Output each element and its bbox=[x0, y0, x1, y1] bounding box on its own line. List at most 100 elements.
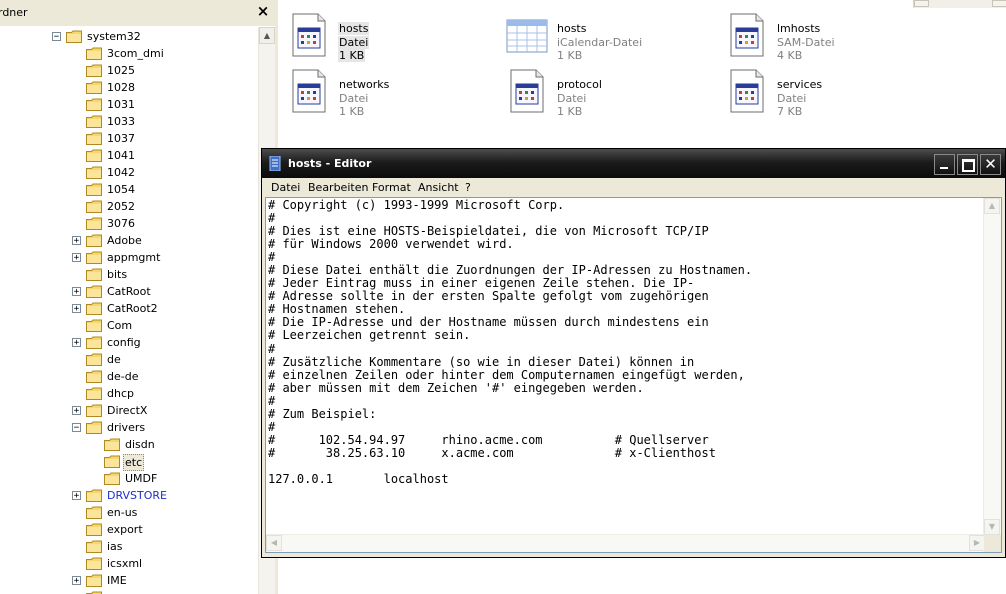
tree-item[interactable]: icsxml bbox=[0, 555, 258, 572]
tree-item[interactable]: 1041 bbox=[0, 147, 258, 164]
tree-item[interactable]: UMDF bbox=[0, 470, 258, 487]
tree-item-label: DirectX bbox=[107, 404, 148, 417]
tree-item[interactable]: 3076 bbox=[0, 215, 258, 232]
menu-format[interactable]: Format bbox=[369, 180, 414, 195]
tree-item[interactable]: Com bbox=[0, 317, 258, 334]
menu-datei[interactable]: Datei bbox=[268, 180, 303, 195]
tree-item[interactable]: 1054 bbox=[0, 181, 258, 198]
collapse-icon[interactable]: − bbox=[52, 32, 61, 42]
folder-icon bbox=[86, 540, 102, 553]
file-size: 1 KB bbox=[338, 49, 366, 62]
scroll-up-arrow-icon[interactable]: ▲ bbox=[984, 198, 1000, 214]
maximize-button[interactable] bbox=[957, 154, 978, 175]
folder-icon bbox=[86, 387, 102, 400]
file-name: hosts bbox=[338, 22, 370, 35]
folder-icon bbox=[86, 302, 102, 315]
tree-item[interactable]: − system32 bbox=[0, 28, 258, 45]
expand-icon[interactable]: + bbox=[72, 406, 81, 416]
folder-icon bbox=[86, 506, 102, 519]
scrollbar-corner bbox=[984, 535, 1001, 552]
tree-item[interactable]: dhcp bbox=[0, 385, 258, 402]
file-item[interactable]: lmhosts SAM-Datei 4 KB bbox=[718, 8, 928, 62]
tree-item[interactable]: 1033 bbox=[0, 113, 258, 130]
notepad-title-bar[interactable]: hosts - Editor ✕ bbox=[262, 149, 1005, 178]
text-document-icon bbox=[726, 68, 768, 114]
tree-item-label: DRVSTORE bbox=[107, 489, 167, 502]
folder-icon bbox=[86, 268, 102, 281]
expand-icon[interactable]: + bbox=[72, 236, 81, 246]
open-folder-icon bbox=[104, 455, 120, 468]
hosts-file-content[interactable]: # Copyright (c) 1993-1999 Microsoft Corp… bbox=[268, 198, 752, 486]
folder-icon bbox=[86, 404, 102, 417]
tree-item[interactable]: + Adobe bbox=[0, 232, 258, 249]
menu-help[interactable]: ? bbox=[462, 180, 474, 195]
file-item[interactable]: networks Datei 1 KB bbox=[280, 64, 490, 118]
tree-item[interactable]: + CatRoot bbox=[0, 283, 258, 300]
notepad-text-area[interactable]: # Copyright (c) 1993-1999 Microsoft Corp… bbox=[265, 197, 1002, 553]
folder-icon bbox=[86, 149, 102, 162]
tree-item[interactable]: + CatRoot2 bbox=[0, 300, 258, 317]
tree-item[interactable]: − drivers bbox=[0, 419, 258, 436]
folder-tree: − system32 3com_dmi 1025 1028 1031 1033 1037 104… bbox=[0, 27, 258, 594]
collapse-icon[interactable]: − bbox=[72, 423, 81, 433]
tree-item-label: en-us bbox=[107, 506, 138, 519]
tree-item-label: Com bbox=[107, 319, 133, 332]
minimize-button[interactable] bbox=[934, 154, 955, 175]
file-pane-scrollbar[interactable] bbox=[913, 0, 1006, 8]
scroll-left-arrow-icon[interactable]: ◀ bbox=[266, 535, 282, 551]
scroll-up-arrow-icon[interactable]: ▲ bbox=[259, 27, 275, 44]
tree-item[interactable]: 1042 bbox=[0, 164, 258, 181]
horizontal-scrollbar[interactable]: ◀ ▶ bbox=[266, 534, 985, 552]
expand-icon[interactable]: + bbox=[72, 253, 81, 263]
folder-icon bbox=[86, 523, 102, 536]
tree-item[interactable]: 1028 bbox=[0, 79, 258, 96]
tree-item[interactable]: export bbox=[0, 521, 258, 538]
folder-tree-header: rdner × bbox=[0, 0, 278, 27]
expand-icon[interactable]: + bbox=[72, 491, 81, 501]
notepad-window: hosts - Editor ✕ Datei Bearbeiten Format… bbox=[261, 148, 1006, 558]
notepad-menu-bar: Datei Bearbeiten Format Ansicht ? bbox=[265, 178, 1002, 197]
scroll-right-arrow-icon[interactable] bbox=[992, 0, 1006, 7]
tree-item[interactable]: de bbox=[0, 351, 258, 368]
file-item[interactable]: hosts iCalendar-Datei 1 KB bbox=[498, 8, 708, 62]
tree-item[interactable]: + IME bbox=[0, 572, 258, 589]
tree-item[interactable]: + DRVSTORE bbox=[0, 487, 258, 504]
tree-item[interactable] bbox=[0, 589, 258, 594]
tree-item[interactable]: disdn bbox=[0, 436, 258, 453]
tree-item[interactable]: 1025 bbox=[0, 62, 258, 79]
tree-item[interactable]: + DirectX bbox=[0, 402, 258, 419]
tree-item[interactable]: 3com_dmi bbox=[0, 45, 258, 62]
tree-item-label: 1025 bbox=[107, 64, 135, 77]
file-item[interactable]: services Datei 7 KB bbox=[718, 64, 928, 118]
expand-icon[interactable]: + bbox=[72, 287, 81, 297]
file-item[interactable]: protocol Datei 1 KB bbox=[498, 64, 708, 118]
tree-item[interactable]: + appmgmt bbox=[0, 249, 258, 266]
vertical-scrollbar[interactable]: ▲ ▼ bbox=[983, 198, 1001, 535]
tree-item[interactable]: 2052 bbox=[0, 198, 258, 215]
close-button[interactable]: ✕ bbox=[980, 154, 1001, 175]
tree-item[interactable]: en-us bbox=[0, 504, 258, 521]
menu-ansicht[interactable]: Ansicht bbox=[415, 180, 462, 195]
expand-icon[interactable]: + bbox=[72, 576, 81, 586]
scroll-left-arrow-icon[interactable] bbox=[914, 0, 929, 7]
folder-icon bbox=[86, 64, 102, 77]
folder-icon bbox=[86, 319, 102, 332]
close-folder-pane-button[interactable]: × bbox=[255, 3, 271, 19]
tree-item[interactable]: de-de bbox=[0, 368, 258, 385]
file-name: services bbox=[777, 78, 823, 91]
file-type: iCalendar-Datei bbox=[557, 36, 643, 49]
tree-item[interactable]: ias bbox=[0, 538, 258, 555]
tree-item[interactable]: etc bbox=[0, 453, 258, 471]
tree-item[interactable]: 1031 bbox=[0, 96, 258, 113]
tree-item[interactable]: bits bbox=[0, 266, 258, 283]
tree-item[interactable]: 1037 bbox=[0, 130, 258, 147]
folder-icon bbox=[104, 438, 120, 451]
tree-item[interactable]: + config bbox=[0, 334, 258, 351]
expand-icon[interactable]: + bbox=[72, 338, 81, 348]
scroll-down-arrow-icon[interactable]: ▼ bbox=[984, 519, 1000, 535]
scroll-right-arrow-icon[interactable]: ▶ bbox=[969, 535, 985, 551]
file-item[interactable]: hosts Datei 1 KB bbox=[280, 8, 490, 62]
menu-bearbeiten[interactable]: Bearbeiten bbox=[305, 180, 371, 195]
file-type: SAM-Datei bbox=[777, 36, 835, 49]
expand-icon[interactable]: + bbox=[72, 304, 81, 314]
